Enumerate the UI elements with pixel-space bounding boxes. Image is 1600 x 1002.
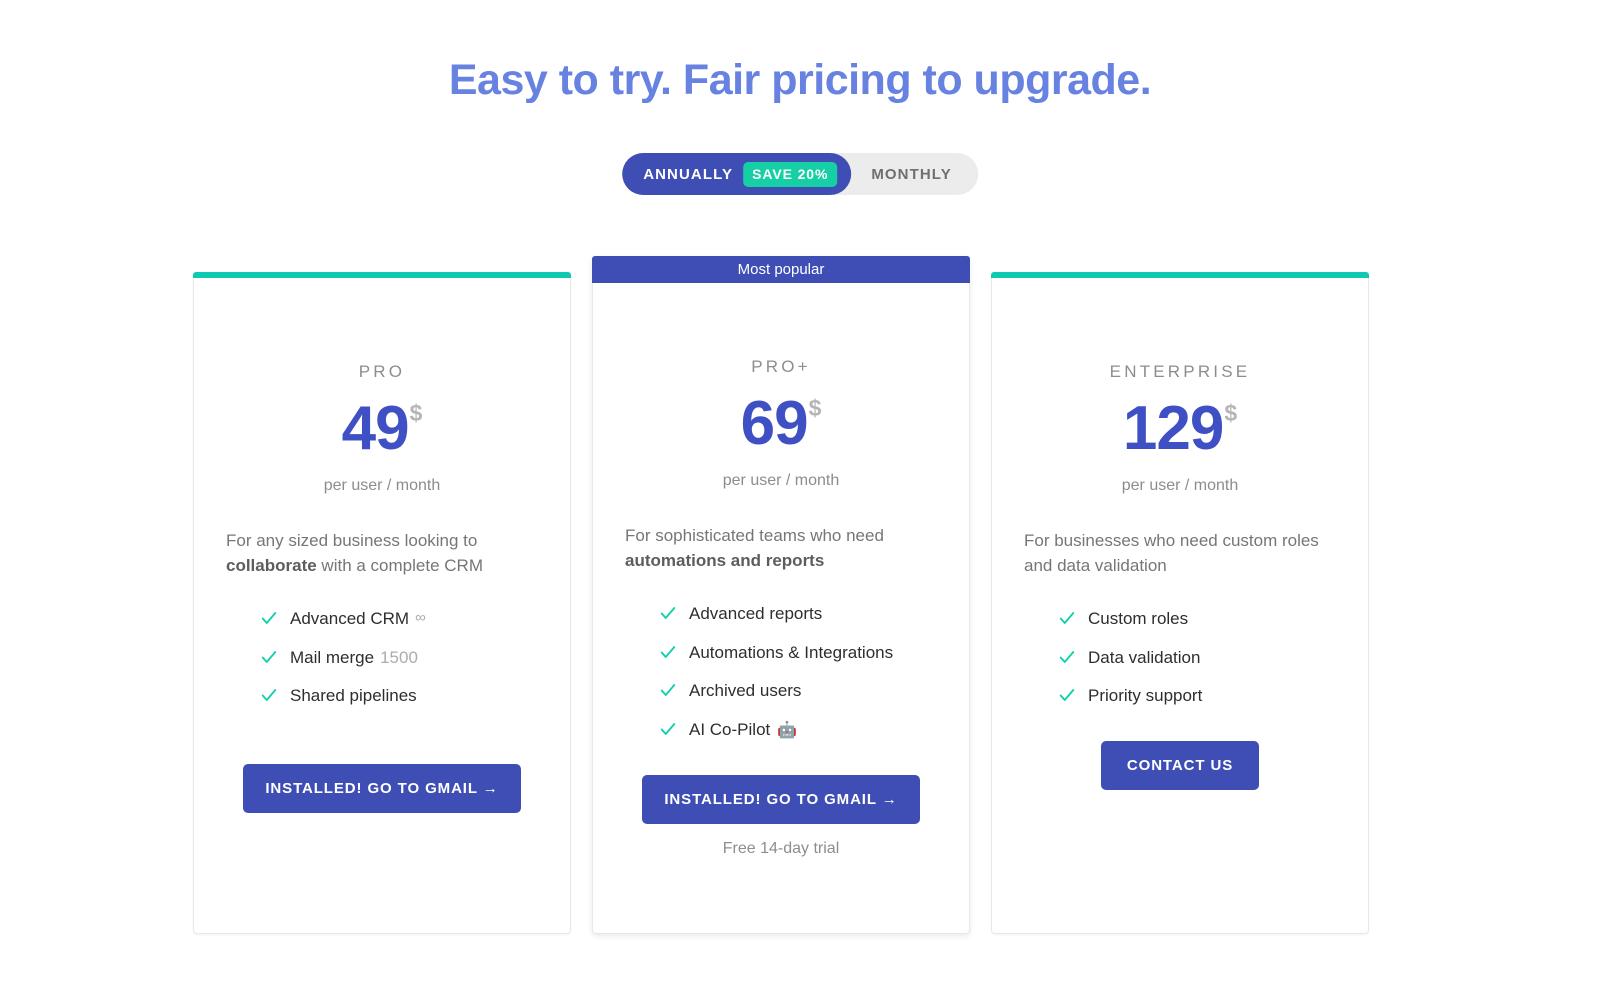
toggle-annually-label: ANNUALLY bbox=[643, 165, 734, 183]
save-badge: SAVE 20% bbox=[743, 161, 838, 187]
robot-icon: 🤖 bbox=[777, 721, 798, 739]
feature-item: Priority support bbox=[1058, 683, 1338, 709]
feature-label: Automations & Integrations bbox=[689, 642, 894, 662]
pricing-cards-row: PRO 49 $ per user / month For any sized … bbox=[193, 256, 1373, 934]
check-icon bbox=[659, 643, 677, 661]
cta-wrapper: INSTALLED! GO TO GMAIL → Free 14-day tri… bbox=[623, 774, 939, 858]
price-amount: 49 bbox=[341, 394, 410, 463]
price-currency: $ bbox=[1224, 400, 1238, 426]
plan-tagline: For any sized business looking to collab… bbox=[224, 529, 540, 578]
billing-period-toggle[interactable]: ANNUALLY SAVE 20% MONTHLY bbox=[622, 153, 978, 195]
check-icon bbox=[1058, 648, 1076, 666]
tagline-pre: For sophisticated teams who need bbox=[625, 526, 884, 545]
feature-label: Shared pipelines bbox=[290, 686, 417, 706]
feature-label: AI Co-Pilot bbox=[689, 719, 771, 739]
price-period: per user / month bbox=[323, 477, 441, 494]
go-to-gmail-button[interactable]: INSTALLED! GO TO GMAIL → bbox=[642, 774, 920, 824]
feature-label: Data validation bbox=[1088, 647, 1201, 667]
go-to-gmail-button[interactable]: INSTALLED! GO TO GMAIL → bbox=[243, 763, 521, 813]
feature-label: Priority support bbox=[1088, 686, 1203, 706]
price-block: 49 $ bbox=[224, 398, 540, 460]
feature-item: Mail merge 1500 bbox=[260, 645, 540, 671]
feature-item: Automations & Integrations bbox=[659, 640, 939, 666]
pricing-card-enterprise: ENTERPRISE 129 $ per user / month For bu… bbox=[991, 272, 1369, 934]
feature-label: Custom roles bbox=[1088, 609, 1189, 629]
contact-us-button[interactable]: CONTACT US bbox=[1100, 740, 1260, 790]
feature-item: Advanced reports bbox=[659, 601, 939, 627]
feature-label: Archived users bbox=[689, 681, 802, 701]
feature-item: AI Co-Pilot 🤖 bbox=[659, 717, 939, 743]
pricing-card-pro: PRO 49 $ per user / month For any sized … bbox=[193, 272, 571, 934]
card-accent-bar bbox=[991, 272, 1369, 278]
price-currency: $ bbox=[409, 400, 423, 426]
plan-name: ENTERPRISE bbox=[1109, 362, 1251, 381]
toggle-option-annually[interactable]: ANNUALLY SAVE 20% bbox=[622, 153, 852, 195]
feature-list: Custom roles Data validation Priority su… bbox=[1022, 606, 1338, 709]
pricing-card-pro-plus: Most popular PRO+ 69 $ per user / month … bbox=[592, 256, 970, 934]
feature-value: 1500 bbox=[380, 647, 418, 667]
tagline-pre: For any sized business looking to bbox=[226, 531, 478, 550]
feature-value: ∞ bbox=[415, 609, 426, 627]
cta-wrapper: INSTALLED! GO TO GMAIL → bbox=[224, 763, 540, 813]
check-icon bbox=[659, 720, 677, 738]
toggle-option-monthly[interactable]: MONTHLY bbox=[835, 153, 977, 195]
tagline-bold: automations and reports bbox=[625, 550, 825, 570]
check-icon bbox=[260, 686, 278, 704]
plan-tagline: For businesses who need custom roles and… bbox=[1022, 529, 1338, 578]
feature-list: Advanced reports Automations & Integrati… bbox=[623, 601, 939, 743]
feature-label: Advanced reports bbox=[689, 604, 823, 624]
price-currency: $ bbox=[808, 395, 822, 421]
feature-item: Shared pipelines bbox=[260, 683, 540, 709]
price-block: 129 $ bbox=[1022, 398, 1338, 460]
check-icon bbox=[260, 648, 278, 666]
card-accent-bar bbox=[193, 272, 571, 278]
feature-label: Advanced CRM bbox=[290, 609, 410, 629]
check-icon bbox=[260, 609, 278, 627]
tagline-bold: collaborate bbox=[226, 555, 317, 575]
plan-tagline: For sophisticated teams who need automat… bbox=[623, 524, 939, 573]
toggle-monthly-label: MONTHLY bbox=[871, 165, 952, 183]
most-popular-ribbon: Most popular bbox=[592, 256, 970, 283]
check-icon bbox=[659, 681, 677, 699]
feature-list: Advanced CRM ∞ Mail merge 1500 Shared pi… bbox=[224, 606, 540, 709]
feature-item: Custom roles bbox=[1058, 606, 1338, 632]
price-period: per user / month bbox=[1121, 477, 1239, 494]
plan-name: PRO bbox=[358, 362, 406, 381]
cta-wrapper: CONTACT US bbox=[1022, 740, 1338, 790]
feature-item: Archived users bbox=[659, 678, 939, 704]
feature-item: Advanced CRM ∞ bbox=[260, 606, 540, 632]
price-block: 69 $ bbox=[623, 393, 939, 455]
tagline-post: with a complete CRM bbox=[316, 555, 483, 575]
price-period: per user / month bbox=[722, 472, 840, 489]
check-icon bbox=[1058, 609, 1076, 627]
page-title: Easy to try. Fair pricing to upgrade. bbox=[448, 56, 1152, 104]
plan-name: PRO+ bbox=[751, 357, 811, 376]
check-icon bbox=[1058, 686, 1076, 704]
price-amount: 69 bbox=[740, 389, 809, 458]
trial-note: Free 14-day trial bbox=[722, 839, 840, 857]
feature-label: Mail merge bbox=[290, 647, 375, 667]
price-amount: 129 bbox=[1122, 394, 1224, 463]
check-icon bbox=[659, 604, 677, 622]
tagline-pre: For businesses who need custom roles and… bbox=[1024, 531, 1319, 575]
feature-item: Data validation bbox=[1058, 645, 1338, 671]
